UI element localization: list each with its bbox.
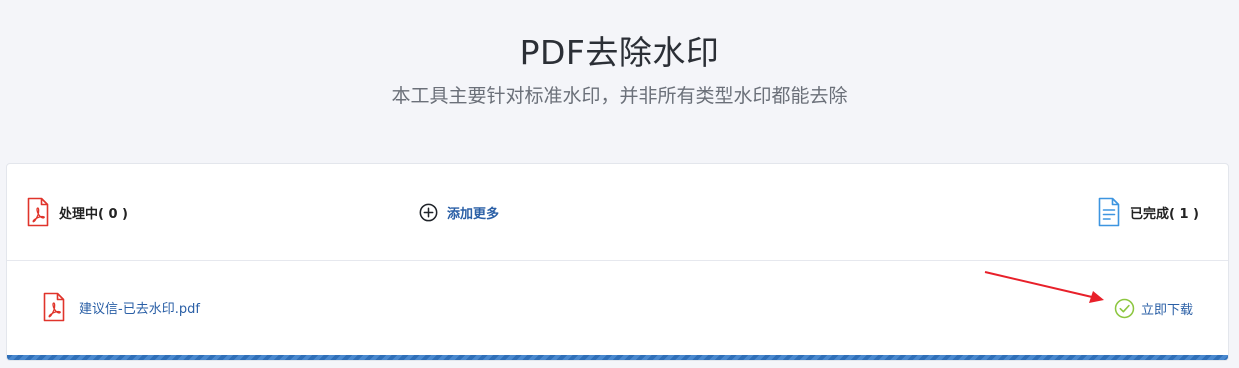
add-more-button[interactable]: 添加更多 bbox=[419, 197, 499, 227]
pdf-file-icon bbox=[43, 292, 65, 322]
page-title: PDF去除水印 bbox=[519, 33, 720, 72]
page-subtitle: 本工具主要针对标准水印，并非所有类型水印都能去除 bbox=[391, 85, 848, 107]
processing-status: 处理中( 0 ) bbox=[27, 197, 128, 227]
download-button[interactable]: 立即下载 bbox=[1114, 297, 1193, 319]
file-row: 建议信-已去水印.pdf 立即下载 bbox=[7, 261, 1228, 357]
completed-label: 已完成( 1 ) bbox=[1130, 206, 1199, 222]
check-circle-icon bbox=[1114, 298, 1135, 318]
panel-header: 处理中( 0 ) 添加更多 已完成( 1 ) bbox=[7, 164, 1228, 261]
file-name-label: 建议信-已去水印.pdf bbox=[79, 301, 200, 317]
add-more-label: 添加更多 bbox=[447, 206, 500, 222]
processing-label: 处理中( 0 ) bbox=[59, 206, 128, 222]
document-icon bbox=[1098, 197, 1120, 227]
progress-bar bbox=[7, 355, 1228, 360]
file-name-link[interactable]: 建议信-已去水印.pdf bbox=[43, 292, 200, 322]
plus-circle-icon bbox=[419, 203, 438, 221]
download-label: 立即下载 bbox=[1141, 302, 1194, 318]
completed-status: 已完成( 1 ) bbox=[1098, 197, 1199, 227]
pdf-file-icon bbox=[27, 197, 49, 227]
file-panel: 处理中( 0 ) 添加更多 已完成( 1 ) 建议信-已去水印.pdf 立即下载 bbox=[6, 163, 1229, 361]
